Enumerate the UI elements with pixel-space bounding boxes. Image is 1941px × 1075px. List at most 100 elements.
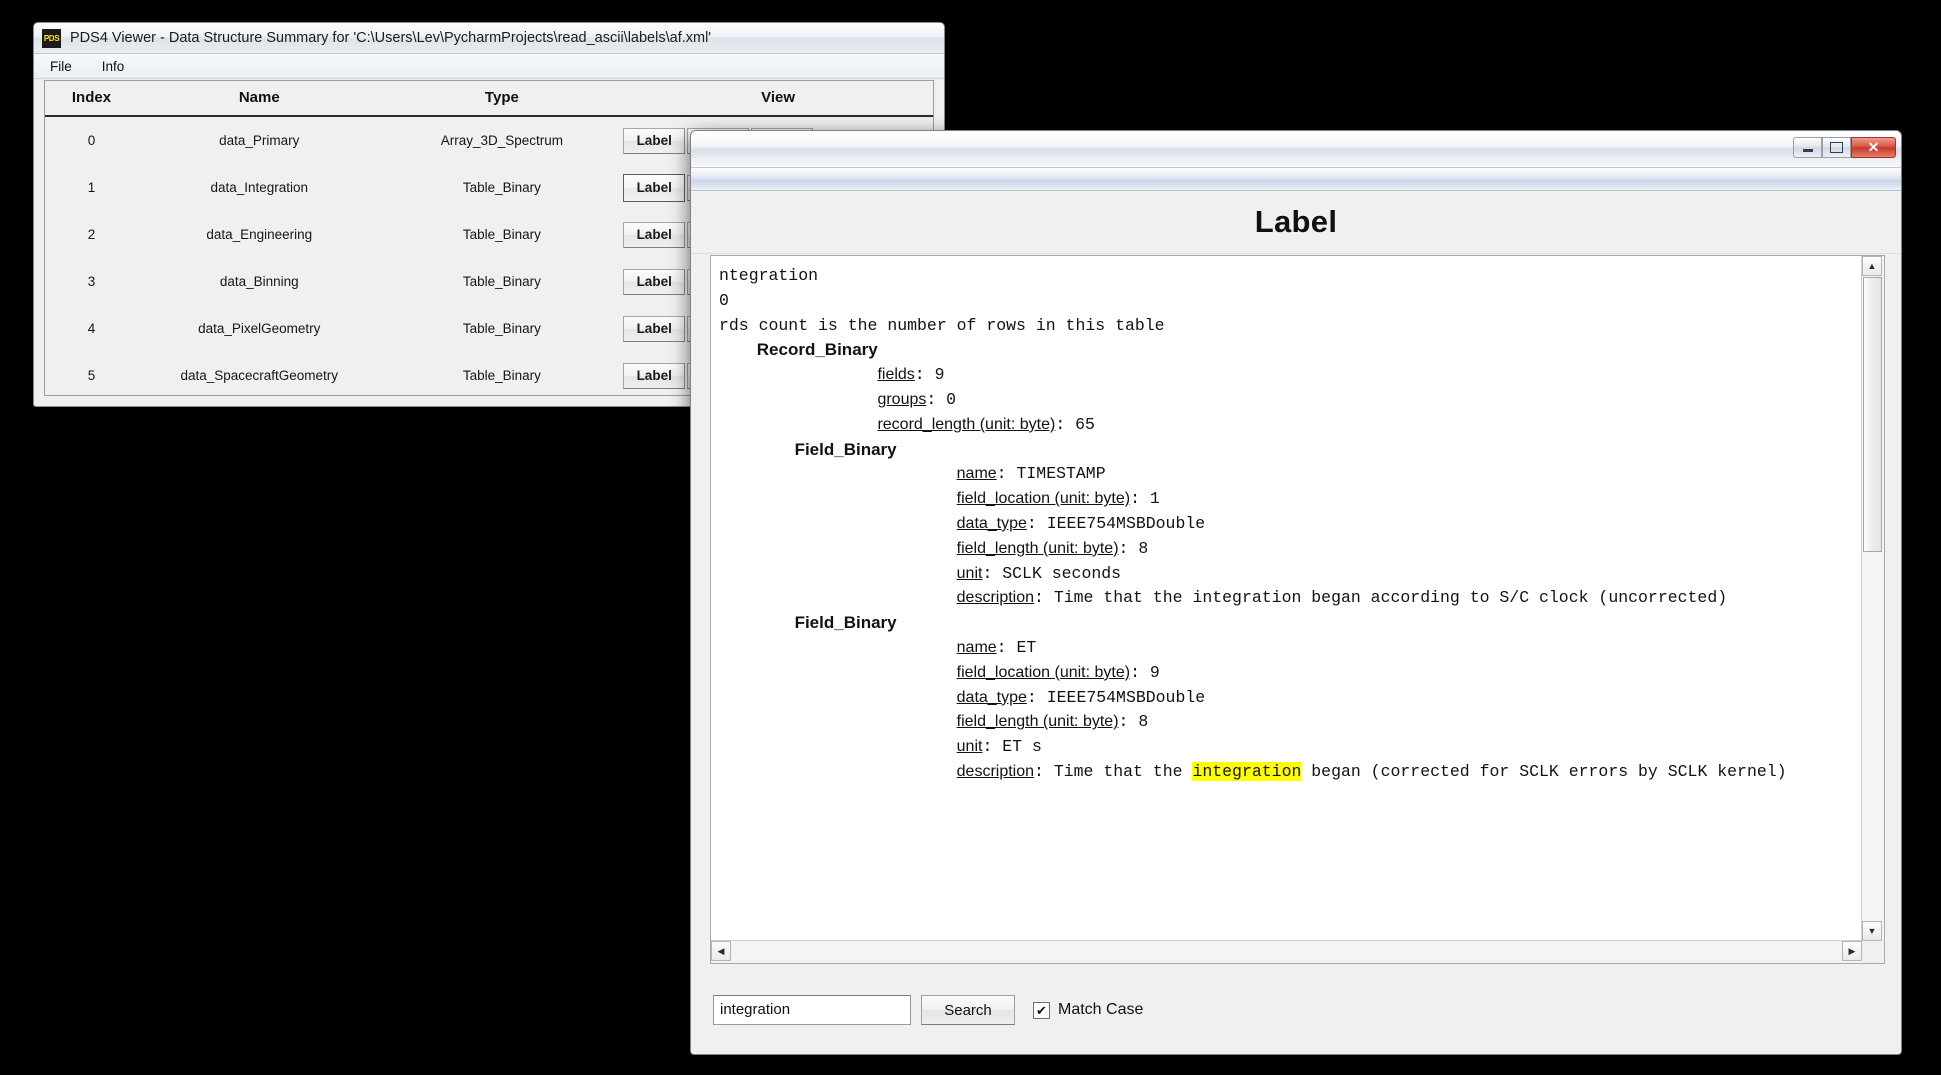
label-field-key: field_length (unit: byte) <box>956 713 1119 731</box>
label-text-line: data_type: IEEE754MSBDouble <box>956 687 1206 707</box>
label-text-line: field_length (unit: byte): 8 <box>956 538 1149 558</box>
menu-item-info[interactable]: Info <box>98 58 129 75</box>
column-header-type: Type <box>380 81 624 117</box>
search-input[interactable]: integration <box>713 995 911 1025</box>
label-text-line: data_type: IEEE754MSBDouble <box>956 513 1206 533</box>
label-field-value: 9 <box>1149 662 1160 682</box>
label-field-value: 0 <box>946 389 957 409</box>
table-header-row: Index Name Type View <box>45 81 933 117</box>
pds4-viewer-title: PDS4 Viewer - Data Structure Summary for… <box>70 30 712 46</box>
label-button[interactable]: Label <box>623 221 686 248</box>
label-field-key: name <box>956 638 997 656</box>
label-window: ✕ Label ntegration 0 rds count is the numb… <box>690 130 1902 1055</box>
label-text-line: Field_Binary <box>719 613 897 633</box>
pds4-viewer-menubar: File Info <box>34 54 944 79</box>
label-field-value: TIMESTAMP <box>1016 464 1106 484</box>
cell-index: 0 <box>87 133 96 148</box>
column-header-name: Name <box>137 81 381 117</box>
cell-type: Table_Binary <box>462 274 541 289</box>
label-text-content: ntegration 0 rds count is the number of ro… <box>711 256 1862 941</box>
label-field-value-tail: began (corrected for SCLK errors by SCLK… <box>1301 761 1787 781</box>
label-field-key: unit <box>956 738 983 756</box>
label-button[interactable]: Label <box>623 268 686 295</box>
label-window-bottom-strip <box>691 1036 1901 1054</box>
label-text-line: description: Time that the integration b… <box>956 588 1728 608</box>
match-case-control[interactable]: ✔ Match Case <box>1033 1001 1143 1019</box>
label-text-viewport: ntegration 0 rds count is the number of ro… <box>710 255 1885 964</box>
search-bar: integration Search ✔ Match Case <box>710 988 1885 1032</box>
label-button[interactable]: Label <box>623 127 686 154</box>
column-header-view: View <box>623 81 933 117</box>
cell-name: data_Binning <box>219 274 299 289</box>
maximize-button[interactable] <box>1822 137 1851 158</box>
scroll-down-button[interactable]: ▼ <box>1862 921 1882 941</box>
label-window-controls: ✕ <box>1793 137 1896 158</box>
label-text-line: Field_Binary <box>719 439 897 459</box>
label-window-accent-strip <box>691 168 1901 191</box>
label-field-key: data_type <box>956 514 1027 532</box>
maximize-icon <box>1830 142 1843 153</box>
triangle-left-icon: ◀ <box>717 945 725 956</box>
label-field-value: ET s <box>1002 737 1042 757</box>
label-window-heading: Label <box>691 191 1901 254</box>
label-text-line: field_location (unit: byte): 9 <box>956 662 1160 682</box>
triangle-up-icon: ▲ <box>1867 261 1877 271</box>
checkmark-icon: ✔ <box>1036 1002 1047 1018</box>
cell-index: 5 <box>87 368 96 383</box>
cell-index: 1 <box>87 180 96 195</box>
label-field-key: fields <box>877 366 915 384</box>
label-button[interactable]: Label <box>623 173 686 202</box>
label-field-value: Time that the integration began accordin… <box>1053 588 1728 608</box>
column-header-index: Index <box>45 81 138 117</box>
cell-name: data_Integration <box>210 180 309 195</box>
label-button[interactable]: Label <box>623 315 686 342</box>
label-button[interactable]: Label <box>623 362 686 389</box>
menu-item-file[interactable]: File <box>46 58 76 75</box>
label-field-value: 8 <box>1138 712 1149 732</box>
label-window-titlebar[interactable]: ✕ <box>691 131 1901 168</box>
label-field-value: 9 <box>934 365 945 385</box>
pds4-viewer-titlebar[interactable]: PDS PDS4 Viewer - Data Structure Summary… <box>34 23 944 54</box>
scrollbar-corner <box>1862 941 1884 963</box>
label-text-line: rds count is the number of rows in this … <box>719 315 1165 335</box>
label-field-key: record_length (unit: byte) <box>877 415 1056 433</box>
label-field-value: 1 <box>1149 489 1160 509</box>
label-field-key: field_location (unit: byte) <box>956 490 1131 508</box>
cell-name: data_SpacecraftGeometry <box>180 368 339 383</box>
label-field-value: SCLK seconds <box>1002 563 1122 583</box>
scroll-left-button[interactable]: ◀ <box>711 941 731 961</box>
page-title: Label <box>1254 204 1338 239</box>
cell-type: Table_Binary <box>462 227 541 242</box>
cell-type: Table_Binary <box>462 180 541 195</box>
match-case-checkbox[interactable]: ✔ <box>1033 1001 1050 1019</box>
vertical-scrollbar-thumb[interactable] <box>1863 277 1882 552</box>
label-text-line: unit: SCLK seconds <box>956 563 1122 583</box>
close-button[interactable]: ✕ <box>1851 137 1896 158</box>
triangle-down-icon: ▼ <box>1867 926 1877 936</box>
label-text-line: name: TIMESTAMP <box>956 464 1106 484</box>
match-case-label: Match Case <box>1058 1001 1144 1018</box>
label-text-line: field_length (unit: byte): 8 <box>956 712 1149 732</box>
label-field-value: 65 <box>1075 414 1095 434</box>
scroll-up-button[interactable]: ▲ <box>1862 256 1882 276</box>
search-button[interactable]: Search <box>921 995 1015 1025</box>
label-field-value: IEEE754MSBDouble <box>1046 687 1206 707</box>
label-field-key: description <box>956 589 1035 607</box>
label-text-line: 0 <box>719 290 729 310</box>
label-text-line: description: Time that the integration b… <box>956 761 1787 781</box>
label-text-line: field_location (unit: byte): 1 <box>956 489 1160 509</box>
vertical-scrollbar[interactable]: ▲ ▼ <box>1861 256 1884 941</box>
horizontal-scrollbar[interactable]: ◀ ▶ <box>711 940 1862 963</box>
label-field-key: data_type <box>956 688 1027 706</box>
minimize-button[interactable] <box>1793 137 1822 158</box>
cell-type: Table_Binary <box>462 368 541 383</box>
label-field-key: description <box>956 762 1035 780</box>
cell-index: 4 <box>87 321 96 336</box>
scroll-right-button[interactable]: ▶ <box>1842 941 1862 961</box>
cell-type: Table_Binary <box>462 321 541 336</box>
label-field-value: ET <box>1016 637 1037 657</box>
label-field-value: Time that the <box>1053 761 1193 781</box>
cell-name: data_PixelGeometry <box>198 321 321 336</box>
label-text-line: ntegration <box>719 266 819 285</box>
label-field-key: unit <box>956 564 983 582</box>
